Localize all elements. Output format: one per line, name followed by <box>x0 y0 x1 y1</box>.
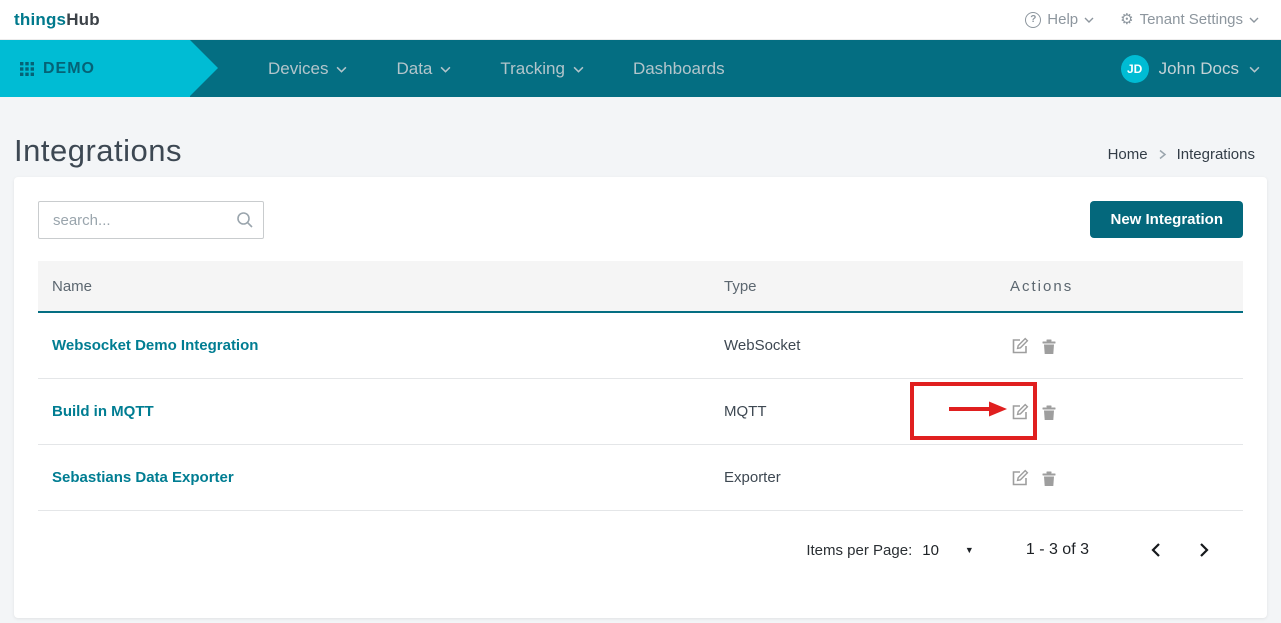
table-row: Build in MQTT MQTT <box>38 379 1243 445</box>
table-row: Websocket Demo Integration WebSocket <box>38 313 1243 379</box>
breadcrumb-current: Integrations <box>1177 146 1255 163</box>
chevron-down-icon <box>573 64 583 74</box>
app-logo[interactable]: thingsHub <box>14 10 100 30</box>
integration-link[interactable]: Websocket Demo Integration <box>52 337 724 354</box>
column-header-name: Name <box>52 278 724 295</box>
integration-type: MQTT <box>724 403 1010 420</box>
column-header-type: Type <box>724 278 1010 295</box>
nav-item-tracking[interactable]: Tracking <box>500 59 583 79</box>
user-menu[interactable]: JD John Docs <box>1121 40 1259 97</box>
tenant-settings-menu[interactable]: ⚙ Tenant Settings <box>1120 11 1259 28</box>
apps-grid-icon <box>20 62 34 76</box>
logo-part-hub: Hub <box>66 10 100 29</box>
items-per-page-select[interactable]: 10 ▼ <box>912 542 974 559</box>
chevron-right-icon <box>1158 149 1167 160</box>
logo-part-things: things <box>14 10 66 29</box>
dropdown-triangle-icon: ▼ <box>965 545 974 555</box>
integrations-card: New Integration Name Type Actions Websoc… <box>14 177 1267 618</box>
page-title: Integrations <box>14 133 182 169</box>
nav-label: Data <box>396 59 432 79</box>
edit-icon[interactable] <box>1010 402 1030 422</box>
chevron-down-icon <box>1249 15 1259 25</box>
tenant-settings-label: Tenant Settings <box>1140 11 1243 28</box>
delete-icon[interactable] <box>1039 336 1059 356</box>
page-range: 1 - 3 of 3 <box>1026 541 1089 559</box>
edit-icon[interactable] <box>1010 468 1030 488</box>
table-header: Name Type Actions <box>38 261 1243 313</box>
previous-page-button[interactable] <box>1145 539 1167 561</box>
nav-label: Devices <box>268 59 328 79</box>
tenant-selector[interactable]: DEMO <box>0 40 190 97</box>
tenant-name: DEMO <box>43 60 95 78</box>
help-label: Help <box>1047 11 1078 28</box>
search-input[interactable] <box>38 201 264 239</box>
nav-item-dashboards[interactable]: Dashboards <box>633 59 725 79</box>
integration-type: Exporter <box>724 469 1010 486</box>
top-bar: thingsHub ? Help ⚙ Tenant Settings <box>0 0 1281 40</box>
next-page-button[interactable] <box>1193 539 1215 561</box>
breadcrumb: Home Integrations <box>1108 146 1255 169</box>
chevron-down-icon <box>440 64 450 74</box>
items-per-page-value: 10 <box>922 542 939 559</box>
user-avatar: JD <box>1121 55 1149 83</box>
integration-type: WebSocket <box>724 337 1010 354</box>
items-per-page-label: Items per Page: <box>806 542 912 559</box>
search-icon <box>236 211 254 234</box>
nav-item-data[interactable]: Data <box>396 59 450 79</box>
new-integration-button[interactable]: New Integration <box>1090 201 1243 238</box>
column-header-actions: Actions <box>1010 278 1243 295</box>
search-box <box>38 201 264 239</box>
integration-link[interactable]: Build in MQTT <box>52 403 724 420</box>
delete-icon[interactable] <box>1039 402 1059 422</box>
integration-link[interactable]: Sebastians Data Exporter <box>52 469 724 486</box>
table-row: Sebastians Data Exporter Exporter <box>38 445 1243 511</box>
chevron-down-icon <box>336 64 346 74</box>
pagination: Items per Page: 10 ▼ 1 - 3 of 3 <box>38 539 1243 561</box>
nav-label: Dashboards <box>633 59 725 79</box>
chevron-down-icon <box>1084 15 1094 25</box>
main-nav-bar: DEMO Devices Data Tracking Dashboards JD… <box>0 40 1281 97</box>
gear-icon: ⚙ <box>1120 12 1133 27</box>
breadcrumb-home[interactable]: Home <box>1108 146 1148 163</box>
nav-item-devices[interactable]: Devices <box>268 59 346 79</box>
nav-label: Tracking <box>500 59 565 79</box>
user-name: John Docs <box>1159 59 1239 79</box>
help-menu[interactable]: ? Help <box>1025 11 1094 28</box>
delete-icon[interactable] <box>1039 468 1059 488</box>
edit-icon[interactable] <box>1010 336 1030 356</box>
chevron-down-icon <box>1249 64 1259 74</box>
integrations-table: Name Type Actions Websocket Demo Integra… <box>38 261 1243 511</box>
help-icon: ? <box>1025 12 1041 28</box>
